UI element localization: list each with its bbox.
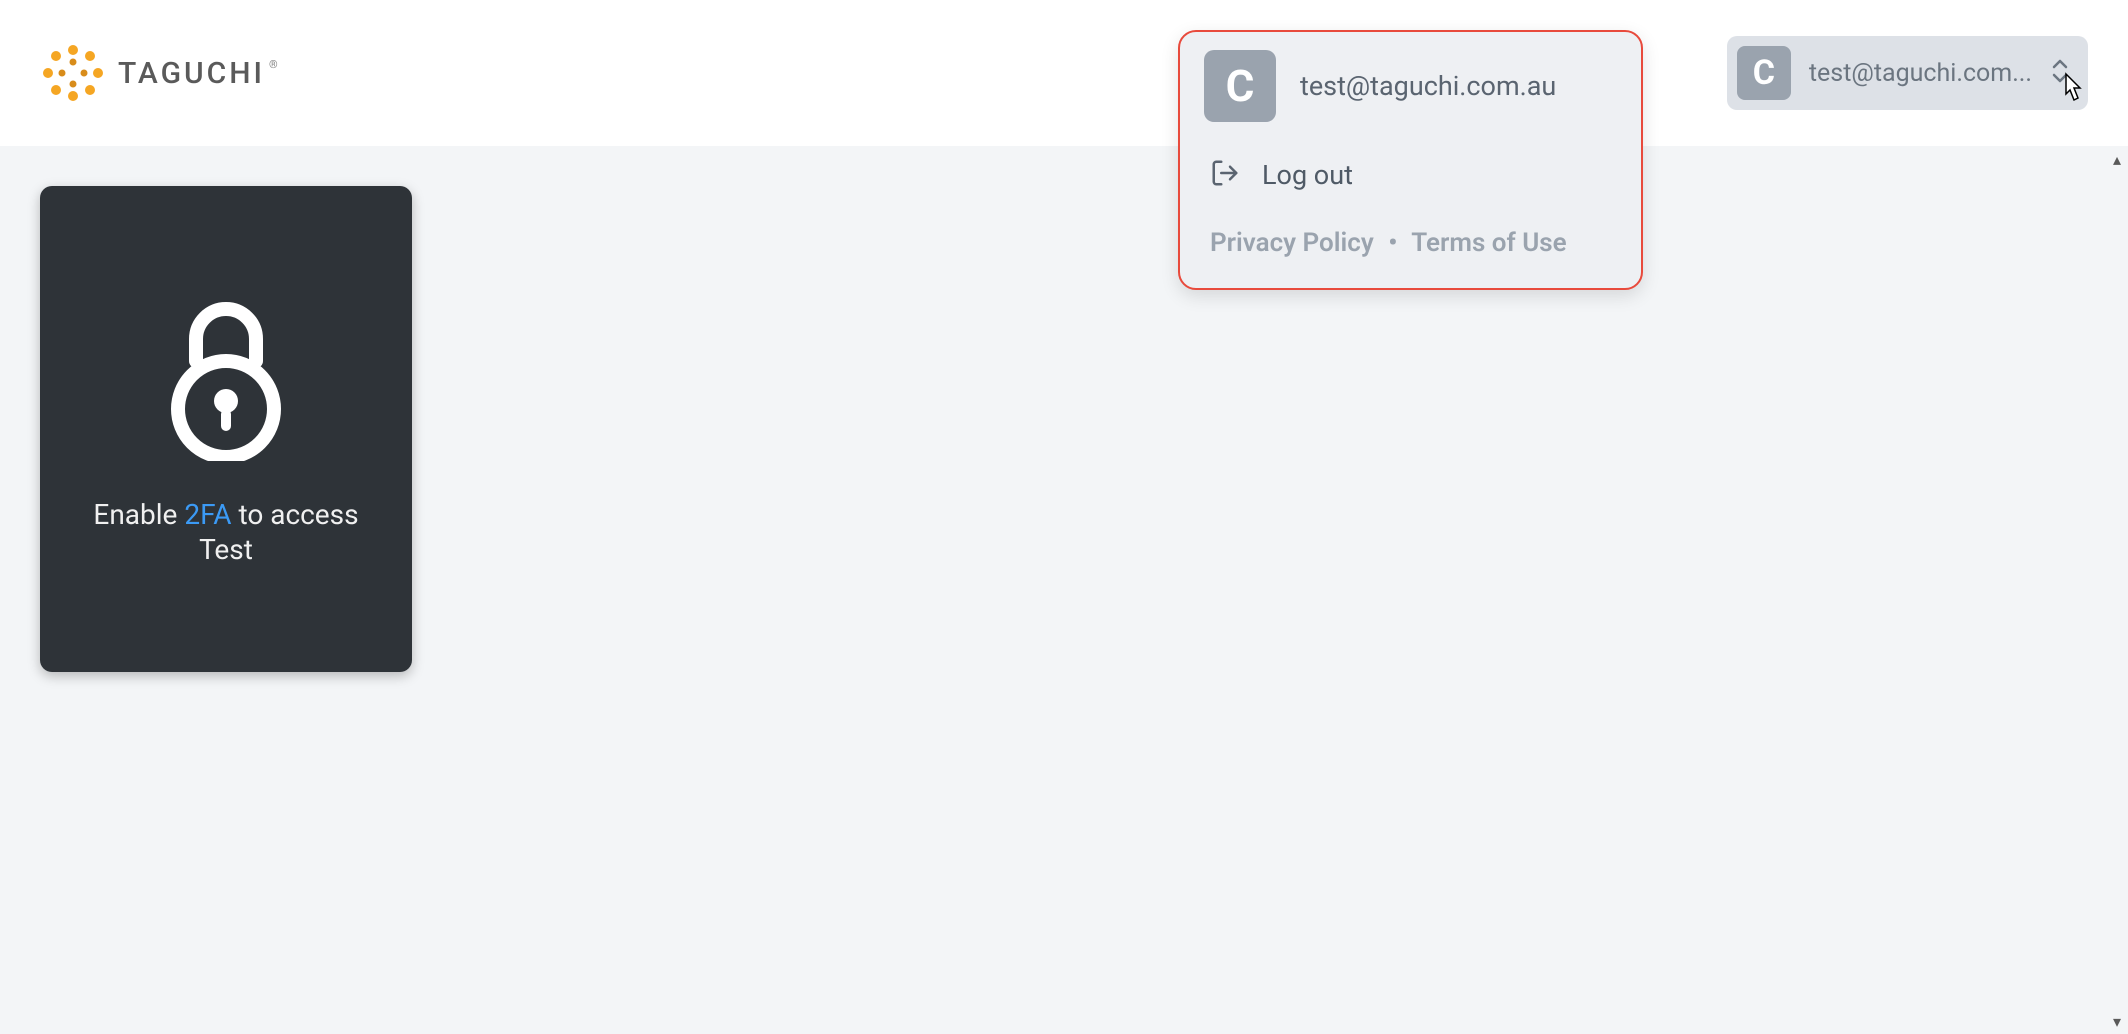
- user-menu-account-row[interactable]: C test@taguchi.com.au: [1180, 32, 1641, 140]
- user-menu-dropdown: C test@taguchi.com.au Log out Privacy Po…: [1178, 30, 1643, 290]
- main-content: Enable 2FA to access Test: [0, 146, 2128, 712]
- card-text-middle: to access: [232, 498, 359, 531]
- scrollbar-down-arrow[interactable]: ▾: [2106, 1012, 2128, 1034]
- avatar: C: [1204, 50, 1276, 122]
- brand-logo-text: TAGUCHI: [118, 56, 265, 91]
- user-email: test@taguchi.com.au: [1300, 70, 1556, 102]
- terms-of-use-link[interactable]: Terms of Use: [1411, 228, 1566, 258]
- privacy-policy-link[interactable]: Privacy Policy: [1210, 228, 1374, 258]
- chevron-up-down-icon: [2050, 57, 2070, 89]
- avatar: C: [1737, 46, 1791, 100]
- logout-label: Log out: [1262, 159, 1353, 191]
- brand-registered-mark: ®: [269, 58, 278, 71]
- card-message: Enable 2FA to access Test: [93, 497, 358, 567]
- lock-icon: [166, 291, 286, 465]
- logout-button[interactable]: Log out: [1180, 140, 1641, 210]
- user-menu-footer: Privacy Policy • Terms of Use: [1180, 210, 1641, 264]
- enable-2fa-link[interactable]: 2FA: [184, 498, 231, 531]
- user-menu-trigger[interactable]: C test@taguchi.com...: [1727, 36, 2088, 110]
- separator-dot: •: [1380, 228, 1405, 258]
- logout-icon: [1210, 158, 1240, 192]
- card-org-name: Test: [199, 533, 253, 566]
- user-email-truncated: test@taguchi.com...: [1809, 59, 2032, 88]
- brand-logo-mark: [40, 40, 106, 106]
- app-header: TAGUCHI ® C test@taguchi.com...: [0, 0, 2128, 146]
- org-card-locked[interactable]: Enable 2FA to access Test: [40, 186, 412, 672]
- scrollbar-up-arrow[interactable]: ▴: [2106, 150, 2128, 172]
- card-text-prefix: Enable: [93, 498, 184, 531]
- brand-logo[interactable]: TAGUCHI ®: [40, 40, 278, 106]
